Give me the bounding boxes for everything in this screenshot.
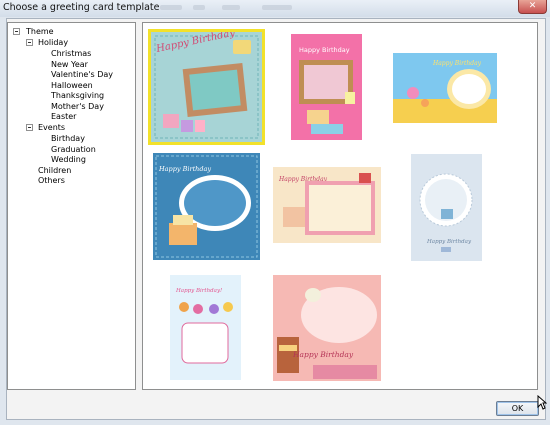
tree-label: Halloween [51,80,93,90]
card-text: Happy Birthday [432,60,482,67]
tree-item-others[interactable]: Others [38,175,65,186]
template-thumbnail[interactable]: Happy Birthday [148,29,265,145]
card-text: Happy Birthday [299,46,350,54]
mouse-cursor-icon [537,395,547,410]
title-ghost-1 [160,5,182,10]
card-art: Happy Birthday [291,34,362,140]
window-title: Choose a greeting card template [3,2,160,13]
template-thumbnail[interactable]: Happy Birthday [273,167,381,243]
tree-item-halloween[interactable]: Halloween [51,80,93,91]
card-art: Happy Birthday [393,53,497,123]
minus-icon[interactable] [26,39,33,46]
tree-label-holiday: Holiday [38,38,69,47]
minus-icon[interactable] [26,124,33,131]
tree-item-christmas[interactable]: Christmas [51,48,91,59]
card-text: Happy Birthday [426,239,472,245]
card-art: Happy Birthday [151,32,262,142]
template-thumbnail[interactable]: Happy Birthday [411,154,482,261]
card-text: Happy Birthday [292,350,354,359]
close-icon: ✕ [528,1,537,11]
tree-item-wedding[interactable]: Wedding [51,154,86,165]
tree-label-theme: Theme [26,27,54,36]
card-text: Happy Birthday [158,165,211,173]
tree-label: Children [38,165,72,175]
tree-label: Graduation [51,144,96,154]
tree-item-birthday[interactable]: Birthday [51,133,85,144]
template-thumbnail[interactable]: Happy Birthday [273,275,381,381]
card-art: Happy Birthday [411,154,482,261]
tree-label: New Year [51,59,88,69]
card-art: Happy Birthday [153,153,260,260]
tree-item-valentines-day[interactable]: Valentine's Day [51,69,113,80]
title-bar: Choose a greeting card template ✕ [0,0,550,17]
template-thumbnail[interactable]: Happy Birthday [153,153,260,260]
title-ghost-3 [222,5,240,10]
tree-label: Wedding [51,155,86,164]
tree-label: Christmas [51,49,92,58]
tree-label: Thanksgiving [51,91,105,100]
tree-item-thanksgiving[interactable]: Thanksgiving [51,90,104,101]
theme-tree[interactable]: Theme Holiday Christmas New Year Valenti… [7,22,136,390]
card-art: Happy Birthday [273,167,381,243]
tree-label: Mother's Day [51,101,104,111]
card-art: Happy Birthday [273,275,381,381]
tree-label: Birthday [51,134,85,143]
tree-item-easter[interactable]: Easter [51,111,76,122]
tree-item-graduation[interactable]: Graduation [51,144,96,155]
tree-item-children[interactable]: Children [38,165,71,176]
template-thumbnail[interactable]: Happy Birthday [291,34,362,140]
minus-icon[interactable] [13,28,20,35]
tree-item-new-year[interactable]: New Year [51,59,88,70]
close-button[interactable]: ✕ [518,0,547,14]
tree-label-events: Events [38,123,66,132]
template-thumbnail[interactable]: Happy Birthday! [170,275,241,380]
tree-item-mothers-day[interactable]: Mother's Day [51,101,104,112]
tree-label: Valentine's Day [51,70,114,79]
title-ghost-2 [193,5,205,10]
tree-label: Easter [51,112,77,121]
title-ghost-4 [262,5,292,10]
card-art: Happy Birthday! [170,275,241,380]
template-thumbnail[interactable]: Happy Birthday [393,53,497,123]
ok-button[interactable]: OK [496,401,539,416]
card-text: Happy Birthday! [175,288,222,294]
tree-label: Others [38,176,65,185]
